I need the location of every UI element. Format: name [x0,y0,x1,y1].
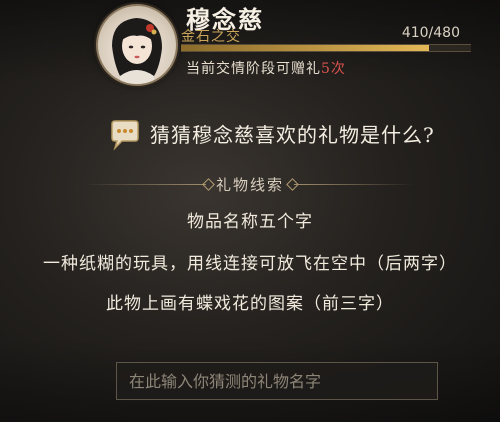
clue-item: 此物上画有蝶戏花的图案（前三字） [106,294,394,314]
quiz-question: 猜猜穆念慈喜欢的礼物是什么? [150,123,435,147]
clues-title: 礼物线索 [215,176,284,194]
gift-availability-text: 当前交情阶段可赠礼5次 [186,58,346,78]
gift-count: 5次 [321,61,346,77]
clues-header: 礼物线索 [0,174,500,194]
affection-progress-bar [181,44,471,52]
divider-right [294,184,414,185]
affection-progress-fill [181,45,429,51]
clue-item: 物品名称五个字 [187,212,313,232]
clue-item: 一种纸糊的玩具，用线连接可放飞在空中（后两字） [43,254,457,274]
relationship-stage: 金石之交 [181,29,241,45]
portrait-illustration [112,18,162,84]
gift-info-prefix: 当前交情阶段可赠礼 [186,61,321,77]
speech-bubble-icon [111,120,139,151]
gift-guess-input[interactable] [116,362,438,400]
character-avatar [96,4,178,86]
affection-progress-text: 410/480 [401,25,460,41]
